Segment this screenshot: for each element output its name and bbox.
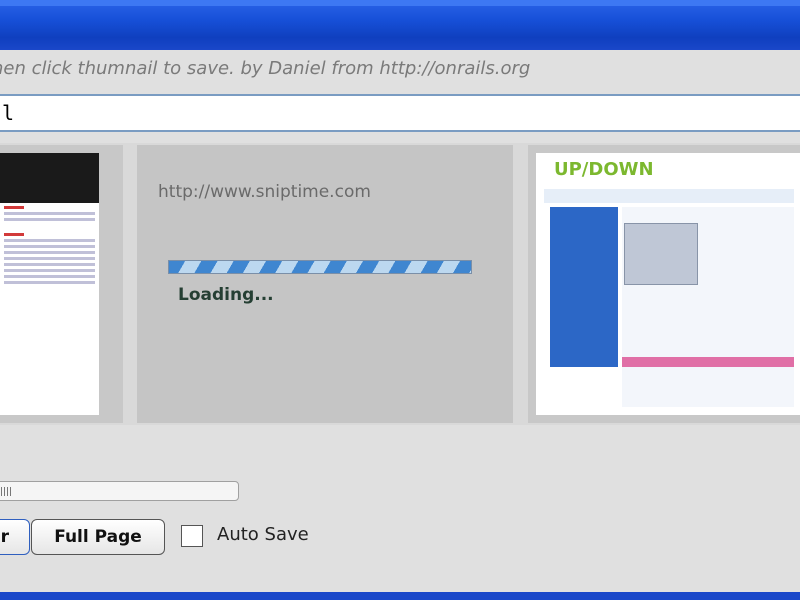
- partial-capture-button[interactable]: r: [0, 519, 30, 555]
- screenshot-line: [4, 281, 95, 284]
- horizontal-scrollbar[interactable]: [0, 481, 239, 501]
- site-content-bar: [622, 357, 794, 367]
- loading-progress-bar: [168, 260, 472, 274]
- titlebar-highlight: [0, 0, 800, 6]
- window-bottom-border: [0, 592, 800, 600]
- instruction-text: hen click thumnail to save. by Daniel fr…: [0, 58, 531, 79]
- thumbnail-1-screenshot: [0, 153, 99, 415]
- url-input[interactable]: [0, 94, 800, 132]
- screenshot-line: [4, 245, 95, 248]
- site-content: [622, 207, 794, 407]
- screenshot-line: [4, 206, 24, 209]
- screenshot-header-bar: [0, 153, 99, 203]
- auto-save-label: Auto Save: [217, 524, 309, 545]
- screenshot-line: [4, 251, 95, 254]
- scroll-grip[interactable]: [1, 487, 13, 496]
- site-sidebar: [550, 207, 618, 367]
- full-page-button[interactable]: Full Page: [31, 519, 165, 555]
- auto-save-checkbox[interactable]: [181, 525, 203, 547]
- site-nav: [544, 189, 794, 203]
- site-content-image: [624, 223, 698, 285]
- screenshot-line: [4, 239, 95, 242]
- screenshot-line: [4, 263, 95, 266]
- window-titlebar[interactable]: [0, 0, 800, 50]
- screenshot-line: [4, 275, 95, 278]
- site-logo: UP/DOWN: [554, 159, 654, 180]
- screenshot-line: [4, 233, 24, 236]
- screenshot-line: [4, 218, 95, 221]
- screenshot-line: [4, 212, 95, 215]
- thumbnail-1[interactable]: [0, 145, 123, 423]
- thumbnail-3[interactable]: UP/DOWN: [528, 145, 800, 423]
- screenshot-line: [4, 269, 95, 272]
- thumbnail-3-screenshot: UP/DOWN: [536, 153, 800, 415]
- loading-text: Loading...: [178, 285, 274, 305]
- screenshot-line: [4, 257, 95, 260]
- thumbnail-2-url: http://www.sniptime.com: [158, 182, 371, 202]
